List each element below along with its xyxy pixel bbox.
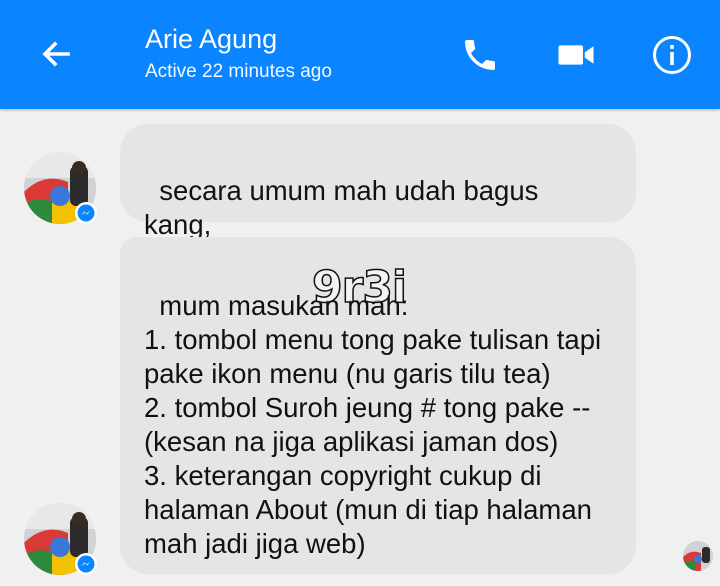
video-camera-icon <box>558 45 594 65</box>
message-text: secara umum mah udah bagus kang, <box>144 175 547 240</box>
phone-icon <box>465 40 495 70</box>
contact-avatar[interactable] <box>24 152 97 224</box>
back-button[interactable] <box>30 34 82 74</box>
message-bubble[interactable]: secara umum mah udah bagus kang, <box>120 124 636 240</box>
message-bubble[interactable]: mum masukan mah: 1. tombol menu tong pak… <box>120 237 636 574</box>
messenger-badge-icon <box>75 553 97 575</box>
active-status: Active 22 minutes ago <box>145 61 332 82</box>
contact-name: Arie Agung <box>145 24 278 54</box>
seen-receipt-avatar <box>683 541 713 571</box>
message-text: mum masukan mah: 1. tombol menu tong pak… <box>144 290 602 559</box>
messenger-badge-icon <box>75 202 97 224</box>
contact-avatar[interactable] <box>24 503 97 575</box>
arrow-left-icon <box>42 41 70 67</box>
conversation-header: Arie Agung Active 22 minutes ago <box>0 0 720 109</box>
info-icon <box>653 36 691 74</box>
info-button[interactable] <box>647 30 697 80</box>
video-call-button[interactable] <box>551 30 601 80</box>
call-button[interactable] <box>455 30 505 80</box>
contact-info[interactable]: Arie Agung Active 22 minutes ago <box>145 22 332 85</box>
